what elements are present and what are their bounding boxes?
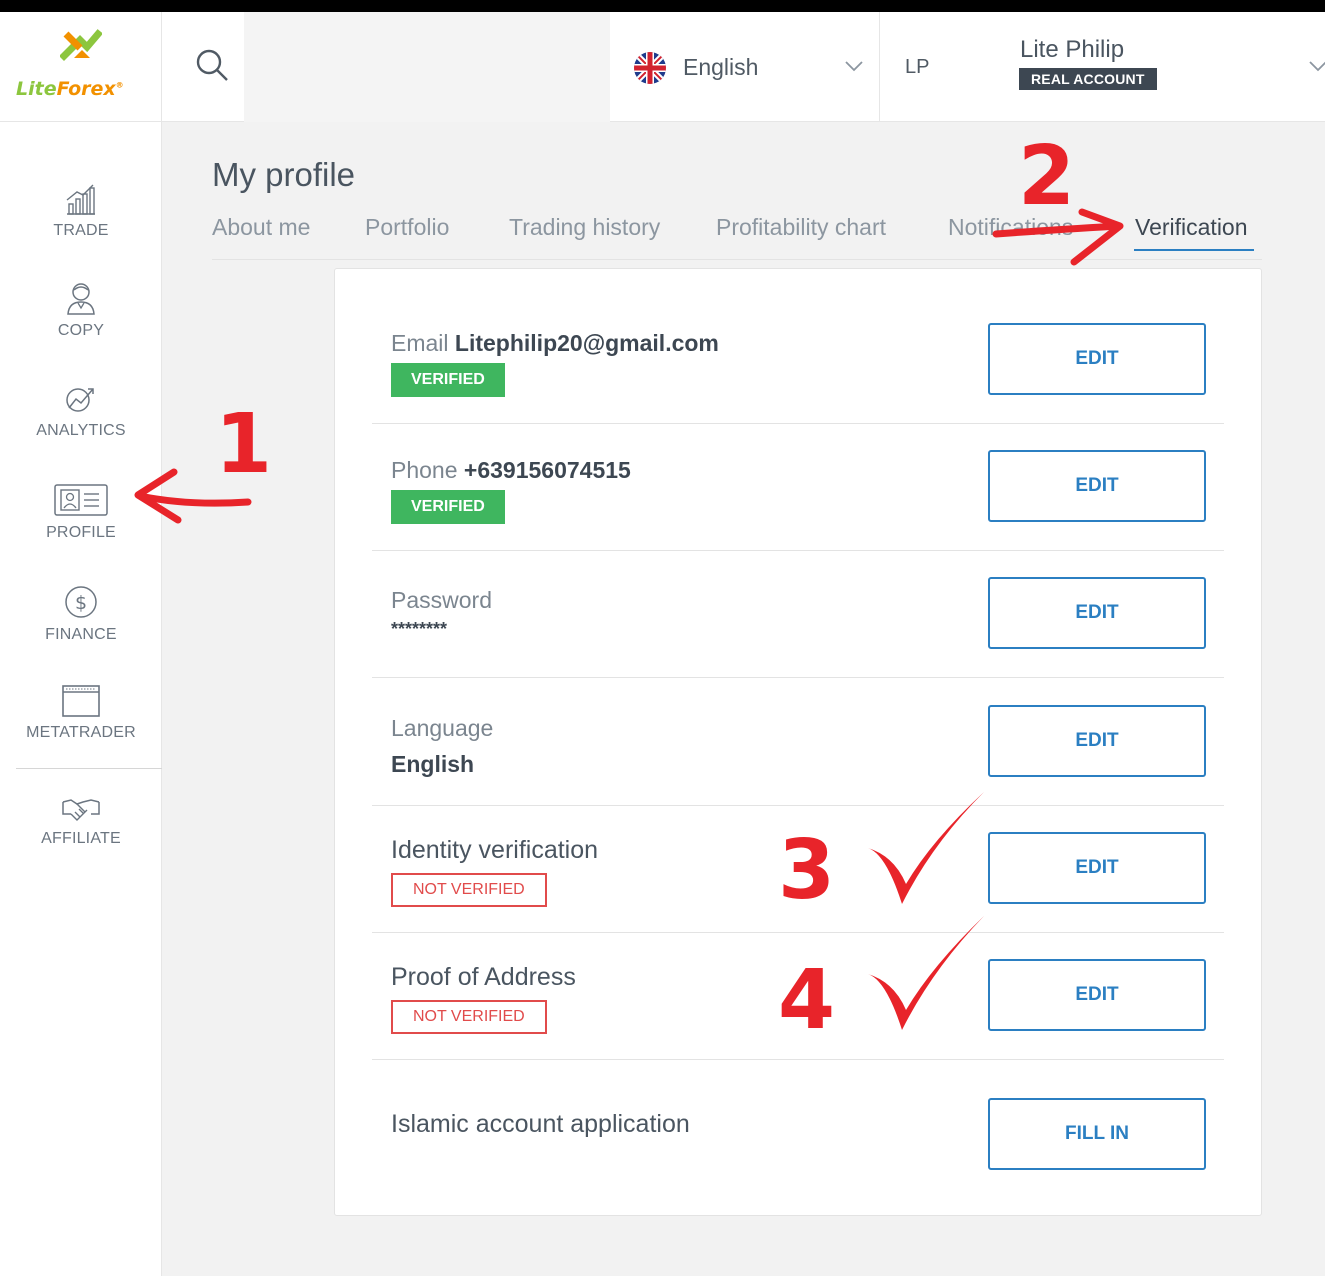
language-value: English (391, 751, 475, 777)
logo-mark-icon (60, 29, 102, 61)
edit-password-button[interactable]: EDIT (988, 577, 1206, 649)
status-badge: NOT VERIFIED (391, 873, 547, 907)
identity-label: Identity verification (391, 836, 599, 864)
annotation-number-2: 2 (1018, 129, 1076, 224)
edit-address-button[interactable]: EDIT (988, 959, 1206, 1031)
sidebar: TRADE COPY ANALYTICS PROFILE $ FINANCE M… (0, 122, 162, 1276)
copy-trader-icon (67, 283, 95, 315)
edit-phone-button[interactable]: EDIT (988, 450, 1206, 522)
sidebar-item-analytics[interactable]: ANALYTICS (0, 384, 162, 474)
sidebar-item-affiliate[interactable]: AFFILIATE (0, 794, 162, 884)
sidebar-item-label: ANALYTICS (36, 422, 126, 439)
sidebar-item-label: FINANCE (45, 626, 117, 643)
dollar-icon: $ (65, 586, 97, 618)
logo-text: LiteForex® (16, 78, 124, 100)
annotation-number-3: 3 (778, 823, 836, 918)
sidebar-item-label: PROFILE (46, 524, 116, 541)
verification-row-language: Language English EDIT (372, 679, 1224, 806)
annotation-number-1: 1 (215, 397, 273, 492)
phone-label: Phone +639156074515 (391, 457, 631, 483)
password-label: Password (391, 587, 492, 613)
annotation-number-4: 4 (778, 953, 836, 1048)
edit-identity-button[interactable]: EDIT (988, 832, 1206, 904)
language-label: English (683, 54, 759, 80)
sidebar-divider (16, 768, 162, 769)
logo[interactable]: LiteForex® (0, 12, 162, 122)
tab-portfolio[interactable]: Portfolio (365, 214, 449, 241)
trade-chart-icon (66, 184, 95, 215)
tab-trading-history[interactable]: Trading history (509, 214, 660, 241)
password-value: ******** (391, 619, 448, 639)
verification-row-islamic: Islamic account application FILL IN (372, 1060, 1224, 1187)
tab-profitability-chart[interactable]: Profitability chart (716, 214, 886, 241)
user-name: Lite Philip (1020, 36, 1125, 63)
sidebar-item-label: TRADE (53, 222, 109, 239)
fill-in-islamic-button[interactable]: FILL IN (988, 1098, 1206, 1170)
sidebar-item-metatrader[interactable]: METATRADER (0, 684, 162, 774)
verification-row-phone: Phone +639156074515 VERIFIED EDIT (372, 424, 1224, 551)
verification-row-password: Password ******** EDIT (372, 551, 1224, 678)
email-label: Email Litephilip20@gmail.com (391, 330, 719, 356)
status-badge: VERIFIED (391, 490, 505, 524)
address-label: Proof of Address (391, 963, 576, 991)
verification-card: Email Litephilip20@gmail.com VERIFIED ED… (334, 268, 1262, 1216)
search-input[interactable] (244, 12, 610, 122)
sidebar-item-label: AFFILIATE (41, 830, 121, 847)
uk-flag-icon (634, 52, 666, 84)
handshake-icon (62, 799, 100, 821)
profile-tabs: About me Portfolio Trading history Profi… (212, 208, 1262, 260)
status-badge: NOT VERIFIED (391, 1000, 547, 1034)
chevron-down-icon (845, 61, 863, 72)
profile-card-icon (54, 484, 108, 516)
page-title: My profile (212, 156, 356, 193)
sidebar-item-label: COPY (57, 322, 105, 339)
analytics-icon (66, 388, 94, 412)
search-icon[interactable] (195, 48, 229, 82)
sidebar-item-finance[interactable]: $ FINANCE (0, 584, 162, 674)
svg-text:$: $ (75, 592, 87, 614)
user-initials: LP (905, 56, 930, 78)
sidebar-item-trade[interactable]: TRADE (0, 182, 162, 272)
tab-about-me[interactable]: About me (212, 214, 310, 241)
user-menu[interactable]: LP Lite Philip REAL ACCOUNT (880, 12, 1325, 122)
edit-email-button[interactable]: EDIT (988, 323, 1206, 395)
email-value: Litephilip20@gmail.com (454, 330, 719, 356)
top-bar: LiteForex® English LP Lite Philip REAL A… (0, 12, 1325, 122)
sidebar-item-profile[interactable]: PROFILE (0, 482, 162, 572)
chevron-down-icon (1309, 61, 1325, 72)
islamic-label: Islamic account application (391, 1110, 690, 1138)
sidebar-item-label: METATRADER (26, 724, 136, 741)
status-badge: VERIFIED (391, 363, 505, 397)
search-area (162, 12, 610, 122)
sidebar-item-copy[interactable]: COPY (0, 280, 162, 370)
account-type-badge: REAL ACCOUNT (1019, 68, 1157, 90)
active-tab-indicator (1134, 249, 1254, 251)
verification-row-email: Email Litephilip20@gmail.com VERIFIED ED… (372, 297, 1224, 424)
language-label: Language (391, 715, 494, 741)
phone-value: +639156074515 (463, 457, 631, 483)
language-selector[interactable]: English (610, 12, 880, 122)
edit-language-button[interactable]: EDIT (988, 705, 1206, 777)
window-icon (62, 685, 100, 717)
tab-verification[interactable]: Verification (1135, 214, 1248, 241)
